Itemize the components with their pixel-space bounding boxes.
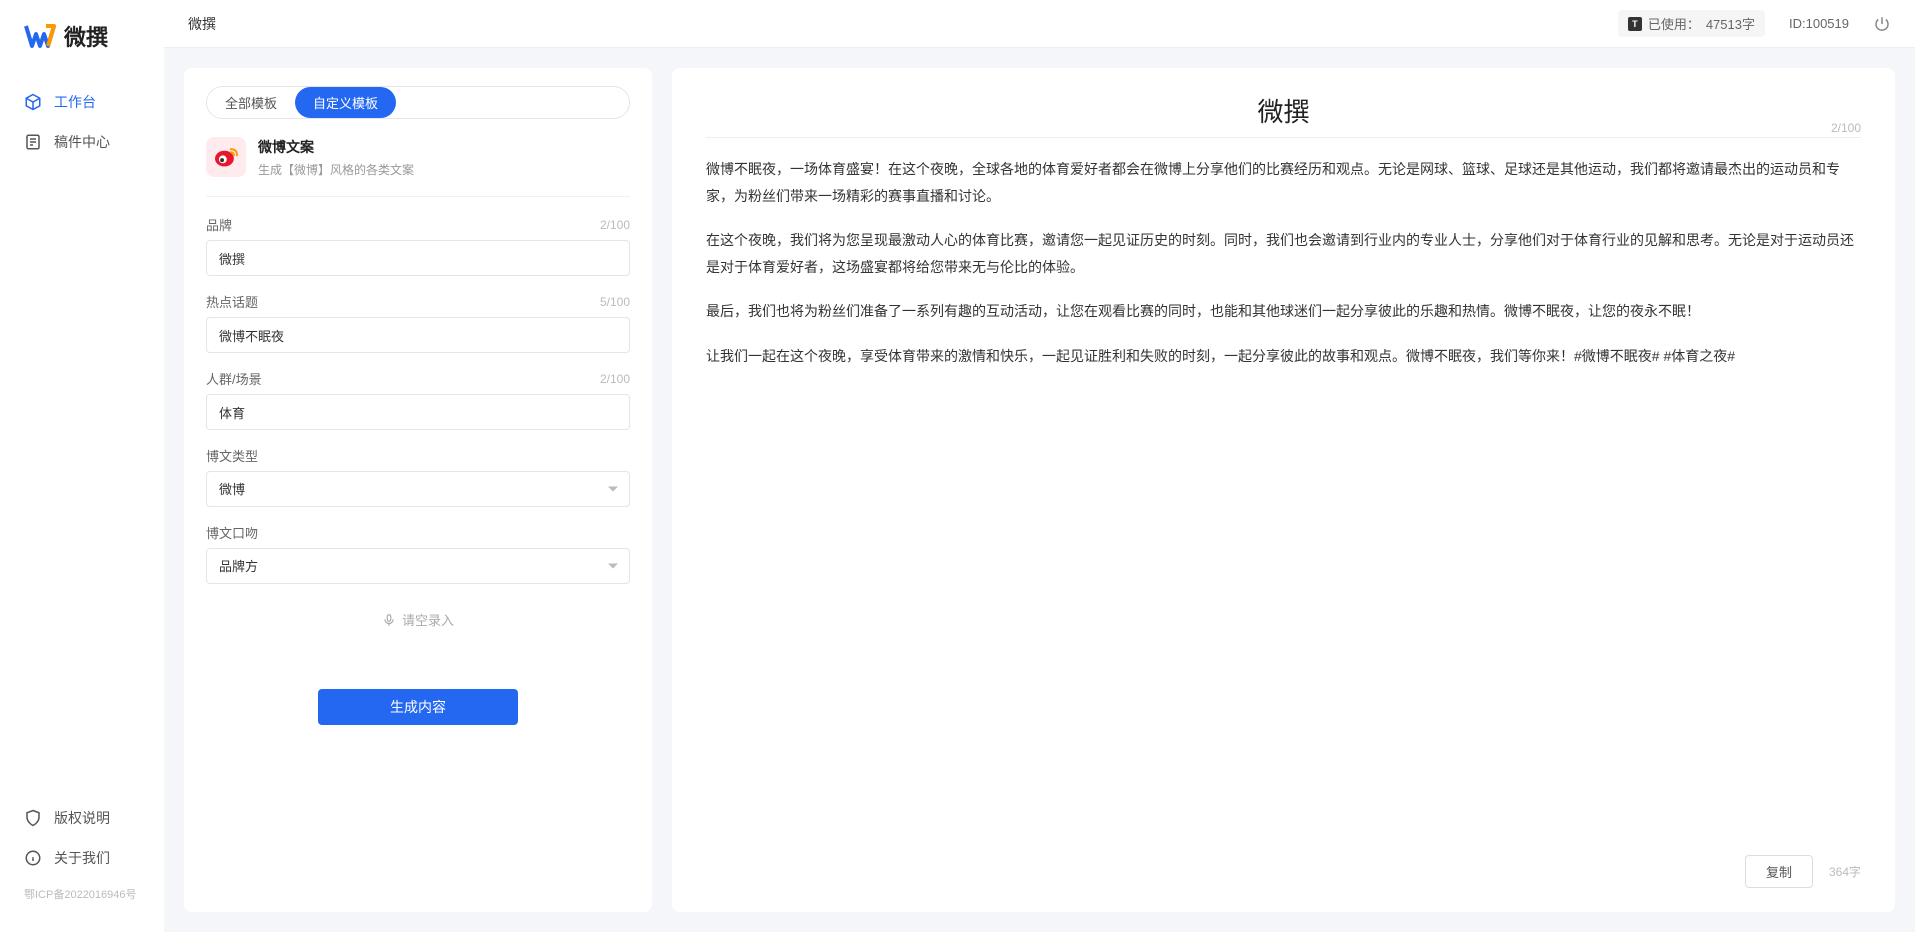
audience-input[interactable] <box>206 394 630 430</box>
document-icon <box>24 133 42 151</box>
form-panel: 全部模板 自定义模板 微博文案 生成【微博】风格的各类文案 品牌 2/1 <box>184 68 652 912</box>
usage-label: 已使用： <box>1648 14 1700 33</box>
brand-label: 品牌 <box>206 215 232 234</box>
output-paragraph: 在这个夜晚，我们将为您呈现最激动人心的体育比赛，邀请您一起见证历史的时刻。同时，… <box>706 227 1861 280</box>
nav-label: 关于我们 <box>54 848 110 868</box>
nav-about[interactable]: 关于我们 <box>0 838 164 878</box>
word-count: 364字 <box>1829 863 1861 880</box>
nav-drafts[interactable]: 稿件中心 <box>0 122 164 162</box>
tone-select[interactable]: 品牌方 <box>206 548 630 584</box>
mic-icon <box>382 613 396 627</box>
bottom-nav: 版权说明 关于我们 鄂ICP备2022016946号 <box>0 798 164 912</box>
topic-count: 5/100 <box>600 295 630 309</box>
cube-icon <box>24 93 42 111</box>
type-select[interactable]: 微博 <box>206 471 630 507</box>
usage-badge[interactable]: T 已使用： 47513字 <box>1618 10 1765 37</box>
shield-icon <box>24 809 42 827</box>
nav-copyright[interactable]: 版权说明 <box>0 798 164 838</box>
type-label: 博文类型 <box>206 446 258 465</box>
nav-label: 版权说明 <box>54 808 110 828</box>
tone-label: 博文口吻 <box>206 523 258 542</box>
output-top-count: 2/100 <box>1831 121 1861 135</box>
audience-count: 2/100 <box>600 372 630 386</box>
user-id: ID:100519 <box>1789 16 1849 31</box>
info-icon <box>24 849 42 867</box>
weibo-icon <box>206 137 246 177</box>
topic-input[interactable] <box>206 317 630 353</box>
topbar: 微撰 T 已使用： 47513字 ID:100519 <box>164 0 1915 48</box>
power-icon[interactable] <box>1873 15 1891 33</box>
text-icon: T <box>1628 17 1642 31</box>
icp-footer: 鄂ICP备2022016946号 <box>0 878 164 902</box>
voice-input-hint[interactable]: 请空录入 <box>206 600 630 689</box>
audience-label: 人群/场景 <box>206 369 262 388</box>
template-tabs: 全部模板 自定义模板 <box>206 86 630 119</box>
template-title: 微博文案 <box>258 137 414 157</box>
nav-label: 工作台 <box>54 92 96 112</box>
output-title: 微撰 <box>706 92 1861 129</box>
logo-text: 微撰 <box>64 20 108 52</box>
usage-value: 47513字 <box>1706 14 1755 33</box>
copy-button[interactable]: 复制 <box>1745 855 1813 888</box>
brand-count: 2/100 <box>600 218 630 232</box>
template-desc: 生成【微博】风格的各类文案 <box>258 161 414 178</box>
sidebar: 微撰 工作台 稿件中心 版权说明 <box>0 0 164 932</box>
output-body: 微博不眠夜，一场体育盛宴！在这个夜晚，全球各地的体育爱好者都会在微博上分享他们的… <box>706 156 1861 843</box>
logo: 微撰 <box>0 20 164 82</box>
brand-input[interactable] <box>206 240 630 276</box>
tab-custom-templates[interactable]: 自定义模板 <box>295 87 396 118</box>
main-nav: 工作台 稿件中心 <box>0 82 164 798</box>
template-card: 微博文案 生成【微博】风格的各类文案 <box>206 137 630 197</box>
output-paragraph: 最后，我们也将为粉丝们准备了一系列有趣的互动活动，让您在观看比赛的同时，也能和其… <box>706 298 1861 325</box>
output-panel: 微撰 2/100 微博不眠夜，一场体育盛宴！在这个夜晚，全球各地的体育爱好者都会… <box>672 68 1895 912</box>
page-title: 微撰 <box>188 14 216 34</box>
topic-label: 热点话题 <box>206 292 258 311</box>
divider <box>706 137 1861 138</box>
logo-icon <box>24 20 56 52</box>
output-paragraph: 让我们一起在这个夜晚，享受体育带来的激情和快乐，一起见证胜利和失败的时刻，一起分… <box>706 343 1861 370</box>
nav-workspace[interactable]: 工作台 <box>0 82 164 122</box>
tab-all-templates[interactable]: 全部模板 <box>207 87 295 118</box>
output-paragraph: 微博不眠夜，一场体育盛宴！在这个夜晚，全球各地的体育爱好者都会在微博上分享他们的… <box>706 156 1861 209</box>
nav-label: 稿件中心 <box>54 132 110 152</box>
generate-button[interactable]: 生成内容 <box>318 689 518 725</box>
